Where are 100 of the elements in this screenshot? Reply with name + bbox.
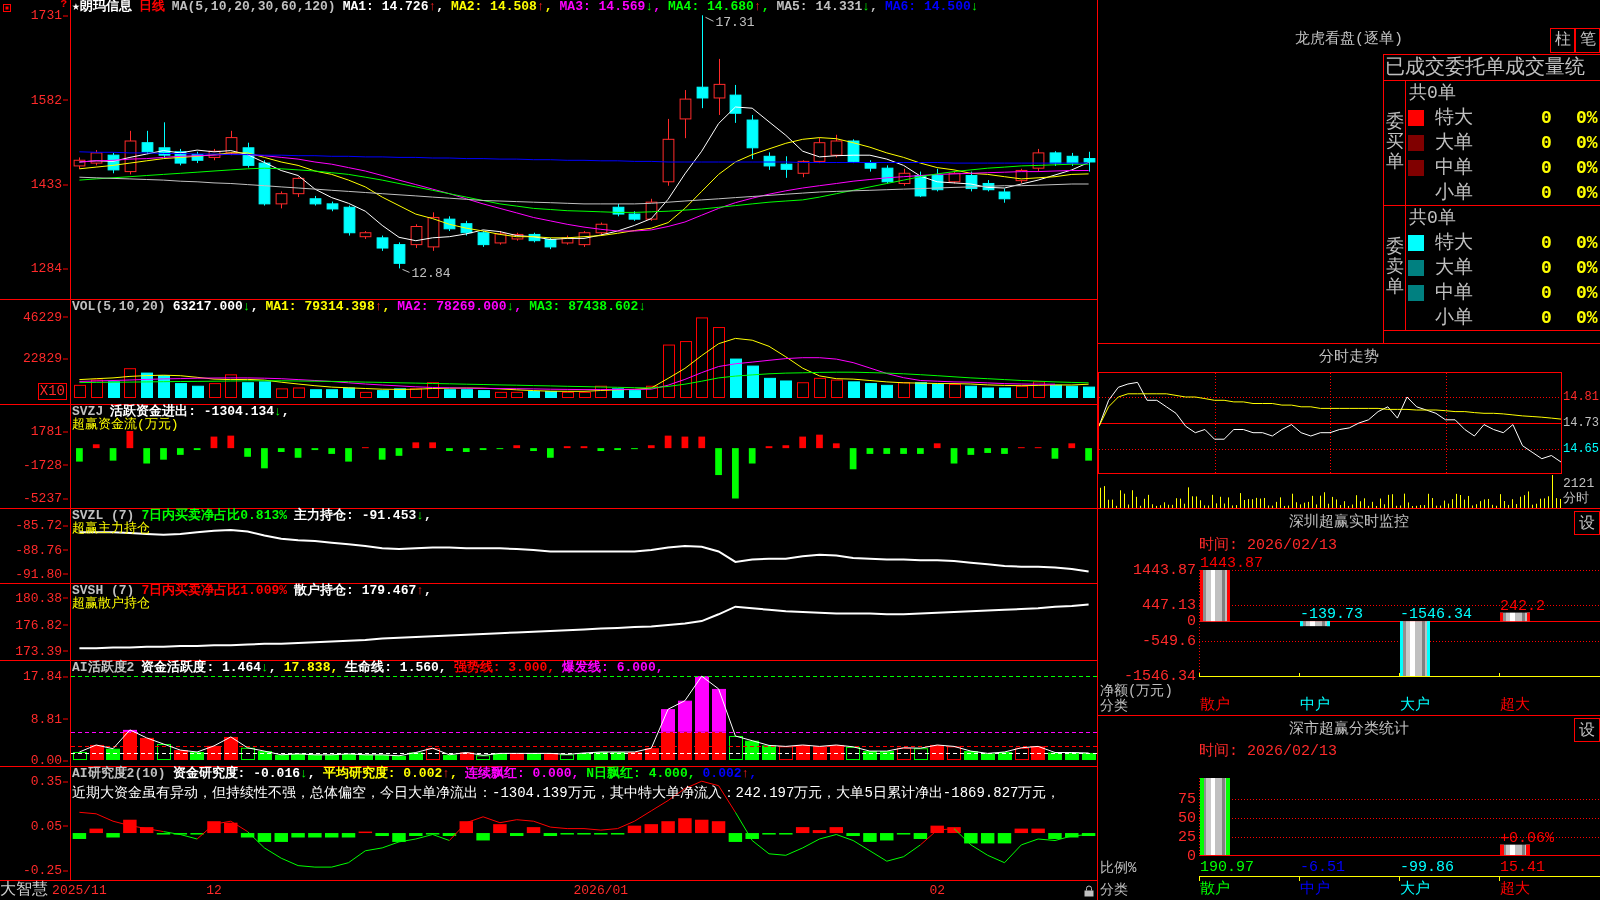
view-mode-button[interactable]: 笔 <box>1575 28 1600 53</box>
panel-title: 深圳超赢实时监控 <box>1289 514 1409 532</box>
square-icon[interactable] <box>3 4 11 12</box>
fund-flow-bar <box>664 435 672 449</box>
research-bar <box>526 827 541 834</box>
axis-title: 分类 <box>1099 882 1129 897</box>
candlestick <box>679 89 692 139</box>
order-size-label: 大单 <box>1435 131 1474 154</box>
chart-mode-label: 分时 <box>1563 491 1590 506</box>
fund-flow-bar <box>176 448 184 455</box>
candlestick <box>359 230 372 240</box>
fund-flow-bar <box>479 448 487 451</box>
ratio-value: 190.97 <box>1199 860 1255 875</box>
volume-bar <box>595 385 607 398</box>
fund-flow-bar <box>933 443 941 449</box>
volume-bar <box>612 388 624 398</box>
fund-flow-bar <box>429 442 436 449</box>
axis-label: 1781 <box>30 424 69 438</box>
axis-label: 50 <box>1178 810 1196 826</box>
candlestick <box>511 232 524 242</box>
bar-value-label: -139.73 <box>1300 606 1363 624</box>
research-bar <box>308 833 322 838</box>
candlestick <box>713 58 726 116</box>
activity-bar <box>409 752 423 760</box>
activity-bar <box>476 755 490 760</box>
candlestick <box>881 164 894 184</box>
panel-title: 龙虎看盘(逐单) <box>1295 31 1403 50</box>
category-label: 中户 <box>1299 882 1331 897</box>
candlestick <box>225 130 238 156</box>
research-bar <box>409 833 423 836</box>
volume-bar <box>562 391 574 398</box>
volume-bar <box>949 384 961 398</box>
volume-bar <box>932 384 944 398</box>
axis-label: 0 <box>1187 848 1196 864</box>
time-label: 时间: 2026/02/13 <box>1198 537 1339 555</box>
order-count: 0 <box>1541 106 1553 129</box>
view-mode-button[interactable]: 柱 <box>1550 28 1575 53</box>
candlestick <box>998 188 1011 204</box>
activity-bar <box>998 752 1012 760</box>
legend-item: 强势线: 3.000, <box>453 661 556 674</box>
ratio-value: 15.41 <box>1499 860 1546 875</box>
legend-item: 资金研究度: -0.016↓, <box>172 767 316 780</box>
candlestick <box>292 176 305 198</box>
research-bar <box>678 818 692 834</box>
order-count: 0 <box>1541 131 1553 154</box>
research-bar <box>980 833 995 844</box>
settings-button[interactable]: 设 <box>1574 718 1600 742</box>
legend-item: 散户持仓: 179.467↑, <box>294 584 432 597</box>
order-size-label: 小单 <box>1435 181 1474 204</box>
volume-bar <box>1083 386 1095 398</box>
order-size-label: 中单 <box>1435 156 1474 179</box>
volume-bar <box>377 390 389 398</box>
volume-bar <box>780 380 792 398</box>
activity-bar <box>157 744 171 760</box>
candlestick <box>830 134 843 158</box>
legend-item: MA5: 14.331↓, <box>776 0 878 13</box>
candlestick <box>460 220 473 237</box>
activity-bar <box>645 748 659 760</box>
candlestick <box>393 241 406 269</box>
activity-bar <box>190 752 204 760</box>
axis-label: -5237 <box>23 492 69 505</box>
fund-flow-bar <box>530 448 537 451</box>
volume-bar <box>410 388 422 398</box>
activity-bar <box>443 754 457 760</box>
fund-flow-bar <box>446 448 453 451</box>
lock-icon[interactable] <box>1084 884 1094 897</box>
candlestick <box>595 222 608 235</box>
volume-bar <box>848 381 860 398</box>
category-label: 大户 <box>1399 882 1431 897</box>
candlestick <box>107 152 120 174</box>
volume-bar <box>1066 385 1078 398</box>
order-count: 0 <box>1541 281 1553 304</box>
candlestick <box>898 168 911 187</box>
activity-bar <box>359 754 373 760</box>
axis-label: 0.00 <box>30 753 69 767</box>
research-bar <box>627 825 642 834</box>
research-bar <box>392 833 406 842</box>
legend-item: MA(5,10,20,30,60,120) <box>171 0 336 13</box>
research-bar <box>291 833 305 838</box>
candlestick <box>90 149 103 166</box>
research-bar <box>829 827 843 834</box>
legend-item: AI研究度2(10) <box>72 767 166 780</box>
candlestick <box>729 84 742 124</box>
candlestick <box>208 148 221 161</box>
help-button[interactable]: ? <box>60 0 67 9</box>
volume-bar <box>293 387 305 398</box>
volume-bar <box>797 382 809 398</box>
order-count: 0 <box>1541 256 1553 279</box>
candlestick <box>1015 168 1028 184</box>
activity-bar <box>510 753 524 760</box>
fund-flow-bar <box>849 448 857 470</box>
settings-button[interactable]: 设 <box>1574 511 1600 535</box>
fund-flow-bar <box>1051 448 1059 459</box>
fund-flow-bar <box>765 446 773 449</box>
axis-label: 14.73 <box>1563 416 1599 430</box>
volume-bar <box>124 368 136 398</box>
research-bar <box>139 827 154 834</box>
candlestick <box>1083 151 1096 173</box>
ratio-value: -6.51 <box>1299 860 1346 875</box>
legend-item: 0.002↑, <box>702 767 758 780</box>
